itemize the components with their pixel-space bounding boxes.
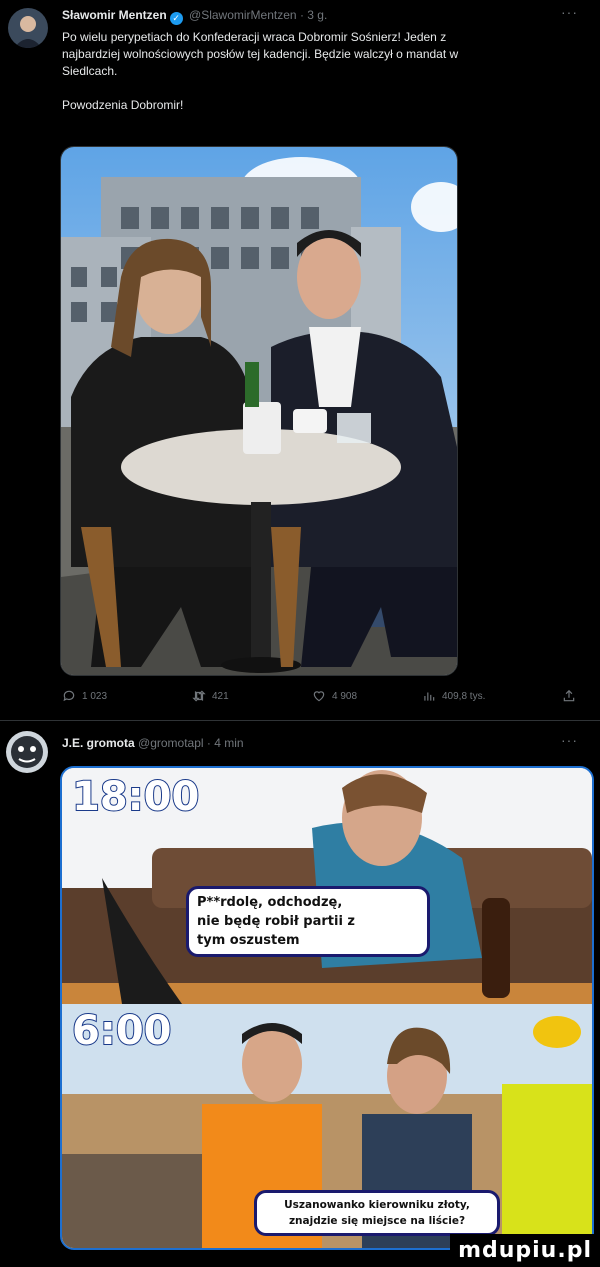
site-watermark: mdupiu.pl [450,1234,600,1267]
verified-badge-icon: ✓ [169,12,183,25]
tweet-text-line: najbardziej wolnościowych posłów tej kad… [62,47,459,61]
tweet-text: Po wielu perypetiach do Konfederacji wra… [62,29,582,114]
tweet-1[interactable]: Sławomir Mentzen ✓ @SlawomirMentzen · 3 g… [0,0,600,716]
tweet-text-line: Siedlcach. [62,64,118,78]
share-button[interactable] [562,689,576,703]
views-chart-icon [424,692,435,701]
author-avatar[interactable] [6,731,48,773]
retweet-icon [192,690,206,702]
tweet-time[interactable]: 4 min [214,736,243,750]
reply-icon [63,690,75,702]
tweet-actions: 1 023 421 4 908 409,8 tys. [62,689,582,709]
tweet-2[interactable]: J.E. gromota @gromotapl · 4 min ··· 18:0… [0,721,600,1267]
tweet-photo[interactable] [60,146,458,676]
like-button[interactable]: 4 908 [312,689,357,703]
tweet-text-line: Powodzenia Dobromir! [62,98,184,112]
bubble-text-line: tym oszustem [197,933,300,948]
author-handle[interactable]: @SlawomirMentzen [189,8,297,22]
bubble-text-line: znajdzie się miejsce na liście? [288,1215,466,1227]
more-options-icon[interactable]: ··· [561,732,578,748]
photo-illustration [61,147,457,675]
heart-icon [313,691,325,702]
retweet-count: 421 [212,690,229,702]
more-options-icon[interactable]: ··· [561,4,578,20]
bubble-text-line: P**rdolę, odchodzę, [197,895,343,910]
views-button[interactable]: 409,8 tys. [422,689,485,703]
tweet-text-line: Po wielu perypetiach do Konfederacji wra… [62,30,447,44]
meme-bottom-time: 6:00 [71,1007,172,1055]
like-count: 4 908 [332,690,358,702]
share-icon [563,689,575,702]
bubble-text-line: Uszanowanko kierowniku złoty, [284,1199,470,1211]
tweet-header: J.E. gromota @gromotapl · 4 min [62,736,244,750]
author-name[interactable]: Sławomir Mentzen [62,8,167,22]
reply-count: 1 023 [82,690,108,702]
tweet-time[interactable]: 3 g. [307,8,327,22]
meme-top-time: 18:00 [71,773,200,821]
meme-bottom-speech-bubble: Uszanowanko kierowniku złoty, znajdzie s… [254,1190,500,1236]
author-name[interactable]: J.E. gromota [62,736,135,750]
tweet-meme-image[interactable]: 18:00 P**rdolę, odchodzę, nie będę robił… [60,766,594,1250]
views-count: 409,8 tys. [442,690,486,702]
author-avatar[interactable] [8,8,48,48]
meme-top-speech-bubble: P**rdolę, odchodzę, nie będę robił parti… [186,886,430,957]
bubble-text-line: nie będę robił partii z [197,914,355,929]
reply-button[interactable]: 1 023 [62,689,107,703]
author-handle[interactable]: @gromotapl [138,736,204,750]
tweet-header: Sławomir Mentzen ✓ @SlawomirMentzen · 3 g… [62,8,327,25]
retweet-button[interactable]: 421 [192,689,229,703]
